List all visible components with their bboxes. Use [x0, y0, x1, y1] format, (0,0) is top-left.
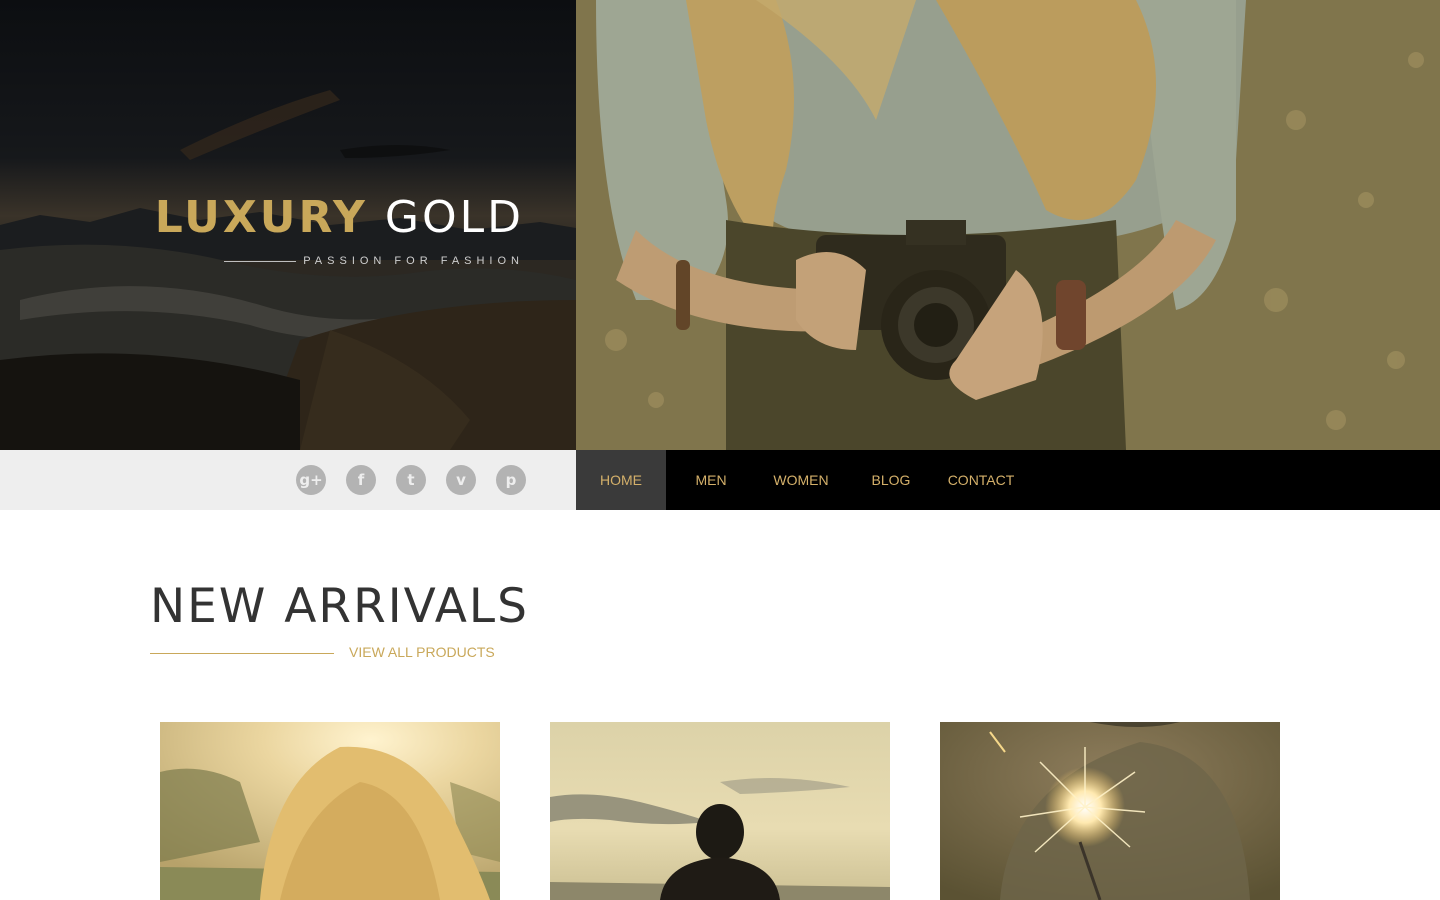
- facebook-icon[interactable]: f: [346, 465, 376, 495]
- view-all-products-link[interactable]: VIEW ALL PRODUCTS: [349, 643, 495, 661]
- hero-landscape-panel: LUXURY GOLD PASSION FOR FASHION: [0, 0, 576, 450]
- section-title: NEW ARRIVALS: [150, 579, 529, 634]
- social-links-bar: g+ f t v p: [0, 450, 576, 510]
- facebook-glyph: f: [357, 471, 365, 489]
- brand-title: LUXURY GOLD: [155, 192, 524, 244]
- photographer-image: [576, 0, 1440, 450]
- main-nav: HOME MEN WOMEN BLOG CONTACT: [576, 450, 1440, 510]
- pinterest-glyph: p: [505, 471, 517, 489]
- tagline-row: PASSION FOR FASHION: [224, 254, 524, 268]
- pinterest-icon[interactable]: p: [496, 465, 526, 495]
- brand-tagline: PASSION FOR FASHION: [303, 255, 524, 267]
- product-card-1[interactable]: [160, 722, 500, 900]
- nav-item-blog[interactable]: BLOG: [846, 450, 936, 510]
- product-card-3[interactable]: [940, 722, 1280, 900]
- section-divider: [150, 653, 334, 654]
- page: LUXURY GOLD PASSION FOR FASHION g+ f t v…: [0, 0, 1440, 900]
- nav-item-women[interactable]: WOMEN: [756, 450, 846, 510]
- google-plus-icon[interactable]: g+: [296, 465, 326, 495]
- product-image-sunlit-hair: [160, 722, 500, 900]
- brand-word-luxury: LUXURY: [154, 192, 368, 243]
- nav-item-home[interactable]: HOME: [576, 450, 666, 510]
- product-image-sparkler: [940, 722, 1280, 900]
- vimeo-icon[interactable]: v: [446, 465, 476, 495]
- nav-item-men[interactable]: MEN: [666, 450, 756, 510]
- google-plus-glyph: g+: [299, 471, 323, 489]
- hero-photographer-panel: [576, 0, 1440, 450]
- brand-logo[interactable]: LUXURY GOLD: [155, 192, 524, 244]
- nav-item-contact[interactable]: CONTACT: [936, 450, 1026, 510]
- twitter-icon[interactable]: t: [396, 465, 426, 495]
- vimeo-glyph: v: [456, 471, 466, 489]
- tagline-divider: [224, 261, 296, 262]
- twitter-glyph: t: [407, 471, 415, 489]
- product-card-2[interactable]: [550, 722, 890, 900]
- brand-word-gold: GOLD: [384, 192, 524, 243]
- product-image-man-silhouette: [550, 722, 890, 900]
